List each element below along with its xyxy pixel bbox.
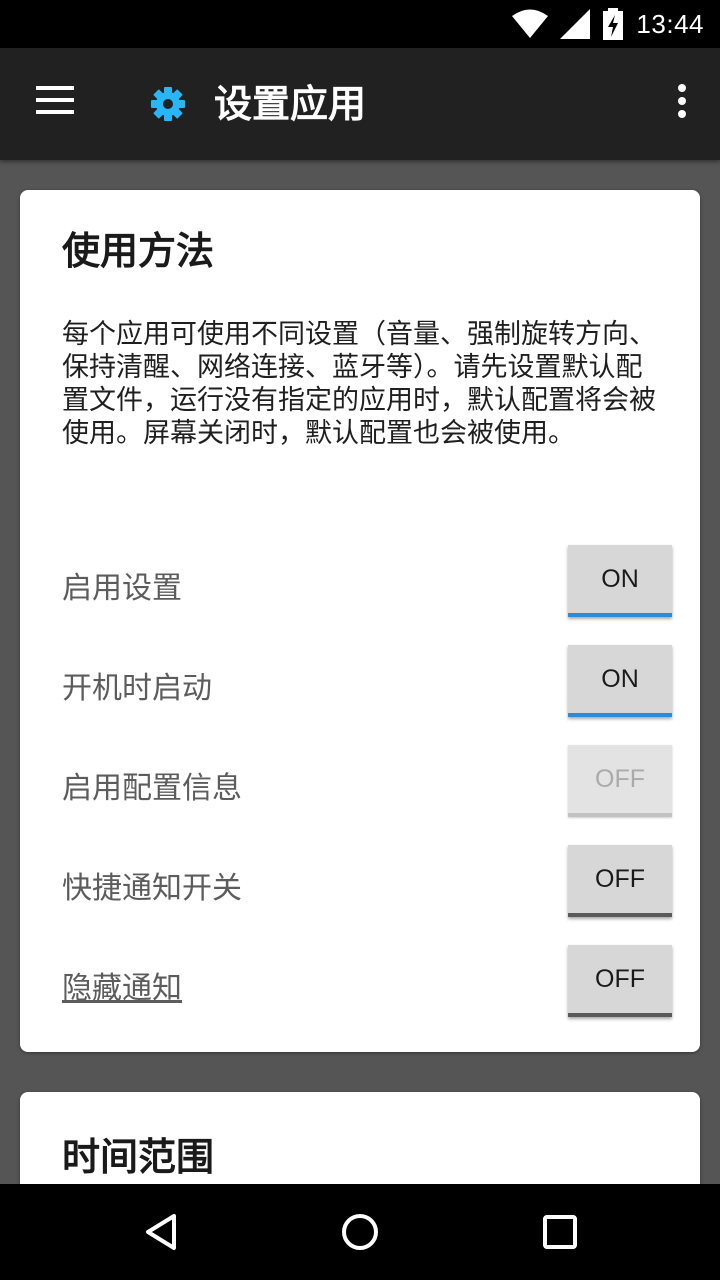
menu-icon[interactable]	[36, 86, 76, 122]
usage-card-title: 使用方法	[62, 229, 215, 273]
setting-label: 开机时启动	[62, 671, 212, 706]
app-title: 设置应用	[214, 82, 367, 126]
recents-icon[interactable]	[540, 1212, 580, 1252]
usage-card: 使用方法 每个应用可使用不同设置（音量、强制旋转方向、保持清醒、网络连接、蓝牙等…	[20, 190, 700, 1052]
hide-notification-link[interactable]: 隐藏通知	[62, 963, 182, 1007]
home-icon[interactable]	[340, 1212, 380, 1252]
gear-icon	[151, 87, 185, 121]
app-bar: 设置应用	[0, 48, 720, 160]
enable-settings-toggle[interactable]: ON	[568, 545, 672, 617]
setting-label: 启用设置	[62, 571, 182, 606]
enable-profile-info-toggle[interactable]: OFF	[568, 745, 672, 817]
setting-label: 快捷通知开关	[62, 871, 242, 906]
setting-row-enable-settings: 启用设置 ON	[20, 545, 700, 625]
wifi-icon	[512, 9, 549, 38]
status-time: 13:44	[636, 8, 704, 39]
quick-notification-toggle[interactable]: OFF	[568, 845, 672, 917]
signal-icon	[560, 9, 591, 39]
start-on-boot-toggle[interactable]: ON	[568, 645, 672, 717]
setting-row-start-on-boot: 开机时启动 ON	[20, 645, 700, 725]
overflow-menu-icon[interactable]	[676, 84, 688, 124]
usage-description: 每个应用可使用不同设置（音量、强制旋转方向、保持清醒、网络连接、蓝牙等）。请先设…	[62, 319, 656, 449]
setting-row-quick-notification: 快捷通知开关 OFF	[20, 845, 700, 925]
navigation-bar	[0, 1184, 720, 1280]
status-bar: 13:44	[0, 0, 720, 48]
battery-charging-icon	[603, 8, 624, 40]
setting-row-hide-notification: 隐藏通知 OFF	[20, 945, 700, 1025]
hide-notification-toggle[interactable]: OFF	[568, 945, 672, 1017]
setting-row-enable-profile-info: 启用配置信息 OFF	[20, 745, 700, 825]
back-icon[interactable]	[142, 1212, 182, 1252]
time-range-card-title: 时间范围	[62, 1135, 215, 1179]
setting-label: 启用配置信息	[62, 771, 242, 806]
status-icons: 13:44	[512, 0, 704, 48]
